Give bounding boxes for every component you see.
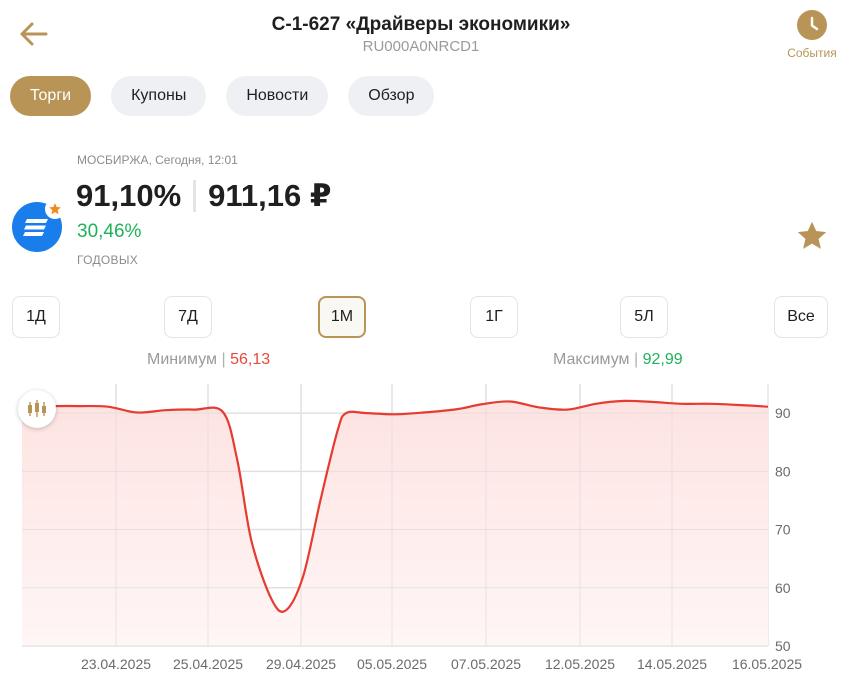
tab-trades[interactable]: Торги	[10, 76, 92, 116]
chart-area-fill	[22, 400, 768, 646]
events-button[interactable]: События	[782, 10, 842, 60]
tab-news[interactable]: Новости	[226, 76, 329, 116]
minimum-value: 56,13	[230, 351, 271, 368]
x-tick-label: 07.05.2025	[451, 656, 521, 672]
tab-bar: Торги Купоны Новости Обзор	[10, 76, 435, 116]
y-tick-label: 90	[775, 405, 791, 421]
period-selector: 1Д 7Д 1М 1Г 5Л Все	[0, 296, 842, 338]
yield-label: ГОДОВЫХ	[77, 253, 139, 267]
chart-type-button[interactable]	[18, 390, 56, 428]
page-title: С-1-627 «Драйверы экономики»	[271, 14, 571, 35]
favorite-button[interactable]	[794, 218, 834, 258]
maximum-value: 92,99	[642, 351, 683, 368]
price-row: 91,10% 911,16 ₽	[76, 178, 331, 214]
events-label: События	[787, 46, 837, 60]
period-all[interactable]: Все	[774, 296, 828, 338]
maximum-info: Максимум | 92,99	[553, 351, 683, 368]
maximum-label: Максимум	[553, 351, 630, 368]
period-7d[interactable]: 7Д	[164, 296, 212, 338]
period-1y[interactable]: 1Г	[470, 296, 518, 338]
y-tick-label: 50	[775, 638, 791, 654]
x-tick-label: 23.04.2025	[81, 656, 151, 672]
price-chart[interactable]: 90 80 70 60 50 23.04.2025 25.04.2025 29.04.2025…	[0, 378, 842, 688]
isin-code: RU000A0NRCD1	[362, 38, 480, 55]
period-1m[interactable]: 1М	[318, 296, 366, 338]
star-icon	[797, 221, 827, 249]
exchange-timestamp: МОСБИРЖА, Сегодня, 12:01	[77, 153, 238, 167]
tab-overview[interactable]: Обзор	[348, 76, 435, 116]
x-tick-label: 14.05.2025	[637, 656, 707, 672]
period-1d[interactable]: 1Д	[12, 296, 60, 338]
price-rub: 911,16 ₽	[208, 178, 332, 213]
minimum-label: Минимум	[147, 351, 218, 368]
x-tick-label: 12.05.2025	[545, 656, 615, 672]
x-tick-label: 16.05.2025	[732, 656, 802, 672]
price-divider	[193, 180, 197, 212]
yield-value: 30,46%	[77, 221, 142, 242]
x-tick-label: 05.05.2025	[357, 656, 427, 672]
y-tick-label: 60	[775, 580, 791, 596]
tab-coupons[interactable]: Купоны	[111, 76, 207, 116]
x-tick-label: 25.04.2025	[173, 656, 243, 672]
price-percent: 91,10%	[76, 178, 182, 213]
period-5y[interactable]: 5Л	[620, 296, 668, 338]
y-tick-label: 70	[775, 522, 791, 538]
y-tick-label: 80	[775, 463, 791, 479]
x-tick-label: 29.04.2025	[266, 656, 336, 672]
clock-icon	[797, 10, 827, 40]
star-badge-icon	[45, 199, 65, 219]
minimum-info: Минимум | 56,13	[147, 351, 271, 368]
candlestick-icon	[28, 400, 46, 417]
header: С-1-627 «Драйверы экономики» RU000A0NRCD…	[0, 14, 842, 55]
